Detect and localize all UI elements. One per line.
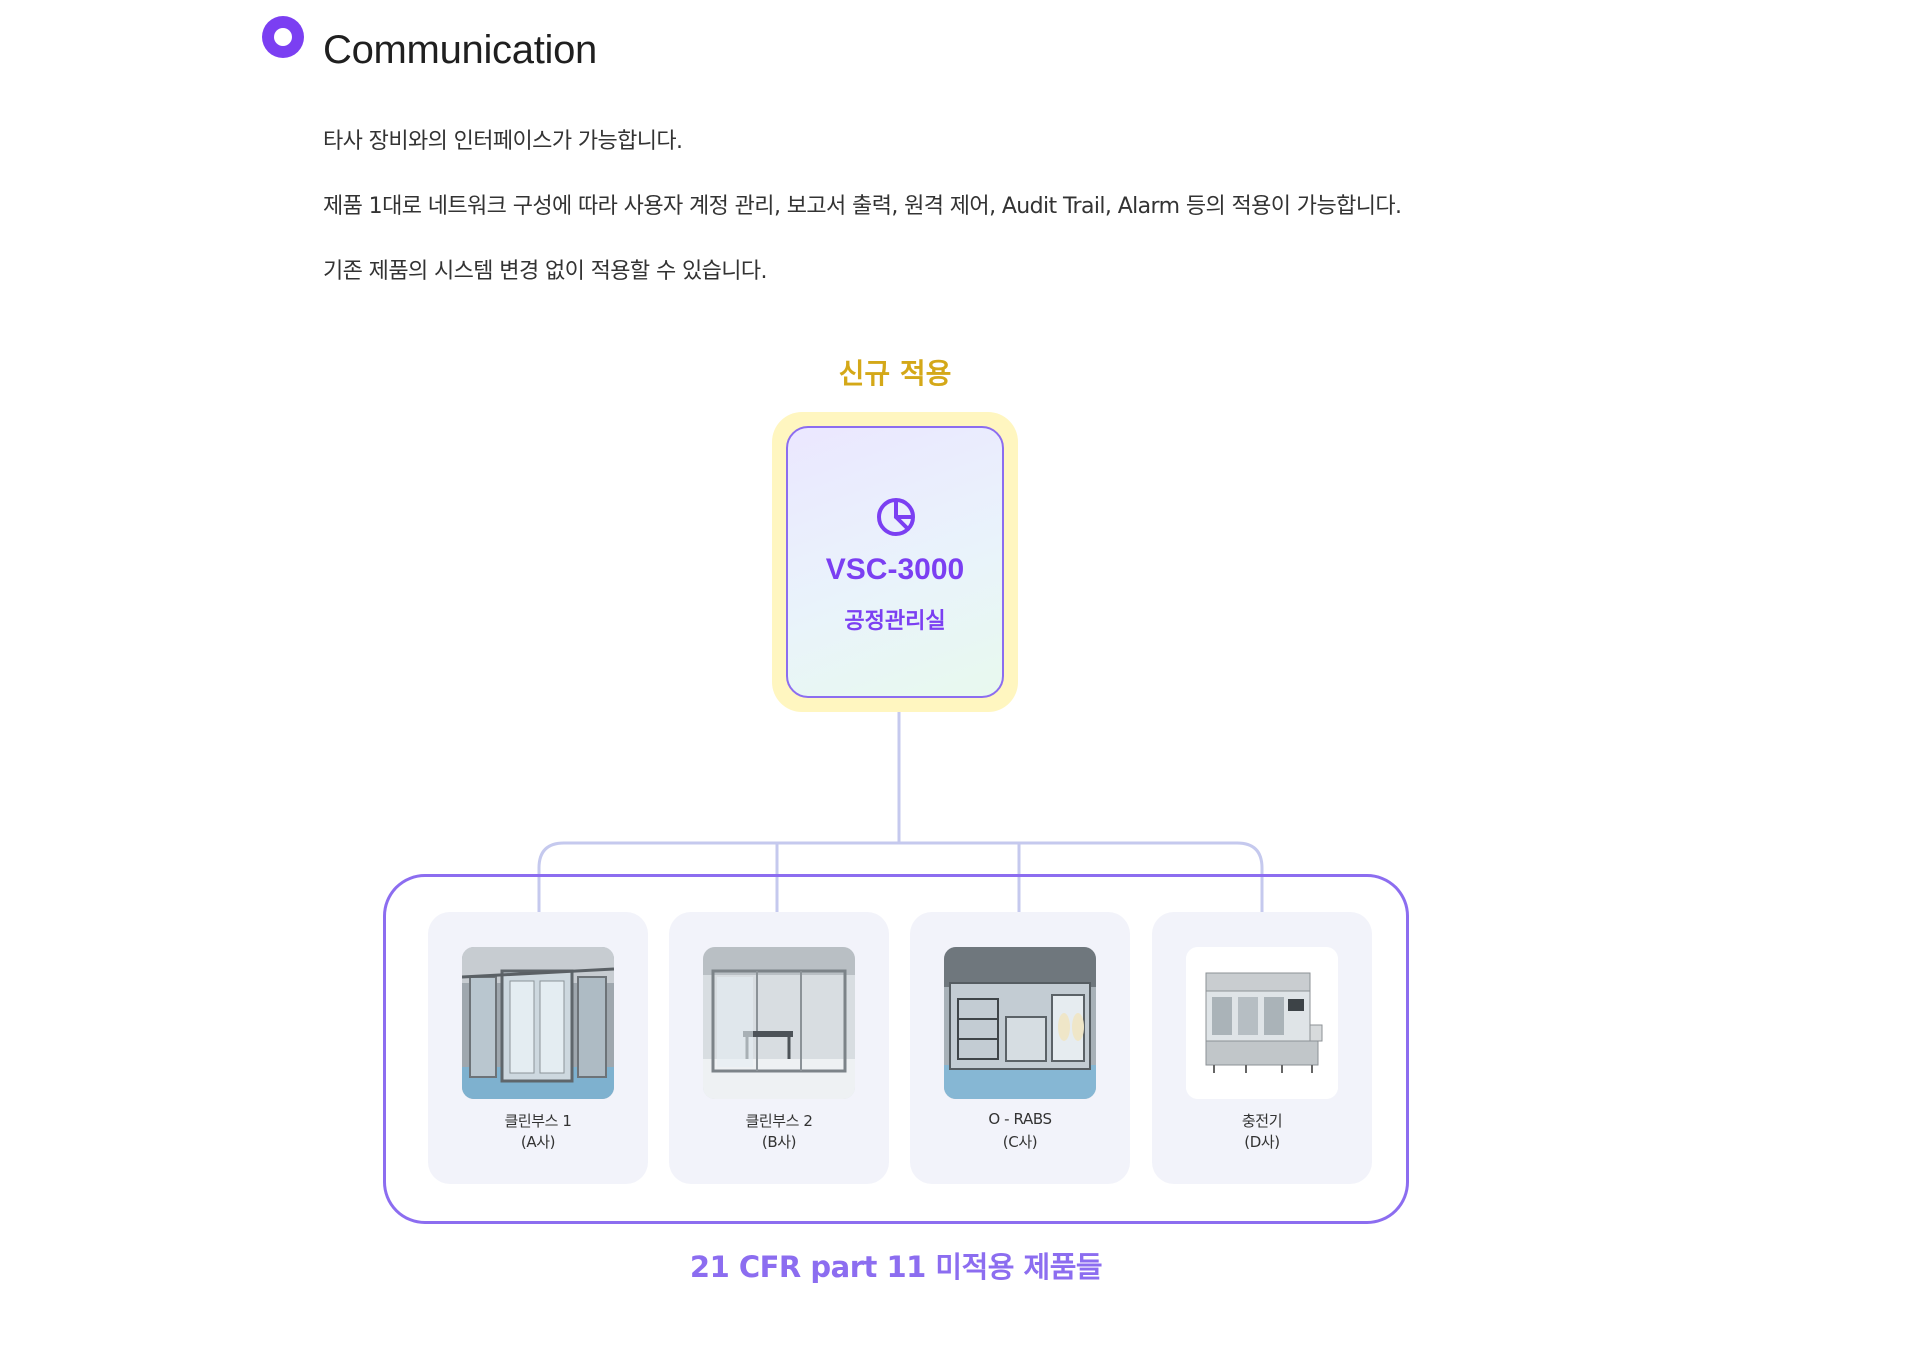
new-application-label: 신규 적용	[838, 357, 952, 390]
device-vendor: (B사)	[761, 1133, 797, 1151]
clean-booth-2-photo	[703, 947, 855, 1099]
device-vendor: (A사)	[520, 1133, 556, 1151]
device-card-o-rabs: O - RABS (C사)	[910, 912, 1130, 1184]
device-name: 충전기	[1241, 1112, 1283, 1130]
pie-chart-icon	[877, 498, 915, 536]
device-name: 클린부스 1	[504, 1112, 572, 1130]
device-card-clean-booth-2: 클린부스 2 (B사)	[669, 912, 889, 1184]
legacy-products-label: 21 CFR part 11 미적용 제품들	[689, 1250, 1103, 1284]
clean-booth-1-photo	[462, 947, 614, 1099]
filling-machine-photo	[1186, 947, 1338, 1099]
network-diagram: 신규 적용 VSC-3000 공정관리실 클린부스 1 (A사) 클린부스 2 …	[0, 0, 1920, 1355]
o-rabs-photo	[944, 947, 1096, 1099]
vsc-3000-card: VSC-3000 공정관리실	[786, 426, 1004, 698]
device-vendor: (D사)	[1244, 1133, 1280, 1151]
main-model-name: VSC-3000	[825, 553, 965, 586]
main-model-subtitle: 공정관리실	[844, 609, 946, 634]
device-name: O - RABS	[988, 1110, 1052, 1128]
device-vendor: (C사)	[1002, 1133, 1038, 1151]
device-card-clean-booth-1: 클린부스 1 (A사)	[428, 912, 648, 1184]
device-name: 클린부스 2	[745, 1112, 813, 1130]
device-card-filling-machine: 충전기 (D사)	[1152, 912, 1372, 1184]
